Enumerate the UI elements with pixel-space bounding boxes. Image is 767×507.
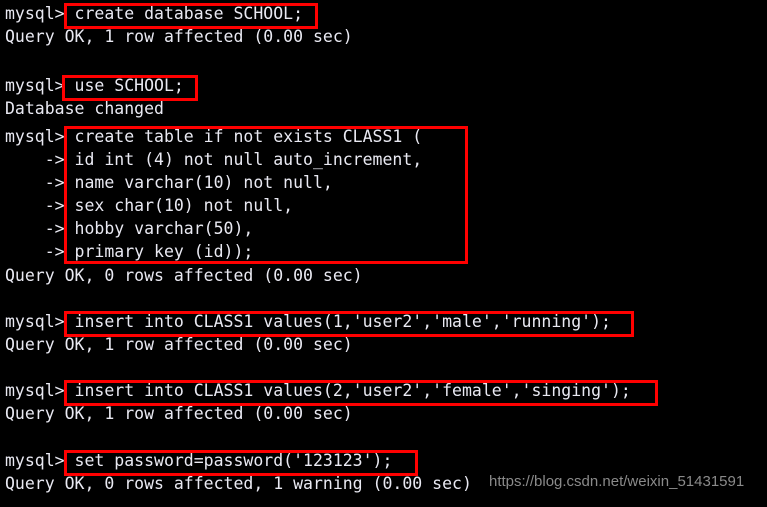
terminal-line: -> id int (4) not null auto_increment, — [5, 150, 423, 169]
terminal-line: mysql> set password=password('123123'); — [5, 451, 393, 470]
terminal-line: mysql> create database SCHOOL; — [5, 4, 304, 23]
terminal-line: mysql> insert into CLASS1 values(1,'user… — [5, 312, 611, 331]
terminal-line: Query OK, 1 row affected (0.00 sec) — [5, 404, 353, 423]
terminal-window: mysql> create database SCHOOL; Query OK,… — [0, 0, 767, 507]
terminal-line: Query OK, 1 row affected (0.00 sec) — [5, 27, 353, 46]
terminal-screen[interactable]: mysql> create database SCHOOL; Query OK,… — [0, 0, 767, 507]
watermark: https://blog.csdn.net/weixin_51431591 — [489, 473, 745, 490]
terminal-line: -> sex char(10) not null, — [5, 196, 294, 215]
terminal-line: mysql> create table if not exists CLASS1… — [5, 127, 423, 146]
terminal-line: Query OK, 0 rows affected (0.00 sec) — [5, 266, 363, 285]
terminal-line: -> name varchar(10) not null, — [5, 173, 333, 192]
terminal-line: Query OK, 1 row affected (0.00 sec) — [5, 335, 353, 354]
terminal-line: -> hobby varchar(50), — [5, 219, 254, 238]
terminal-line: mysql> use SCHOOL; — [5, 76, 184, 95]
terminal-line: Database changed — [5, 99, 164, 118]
terminal-line: mysql> insert into CLASS1 values(2,'user… — [5, 381, 631, 400]
terminal-line: -> primary key (id)); — [5, 242, 254, 261]
terminal-line: Query OK, 0 rows affected, 1 warning (0.… — [5, 474, 472, 493]
